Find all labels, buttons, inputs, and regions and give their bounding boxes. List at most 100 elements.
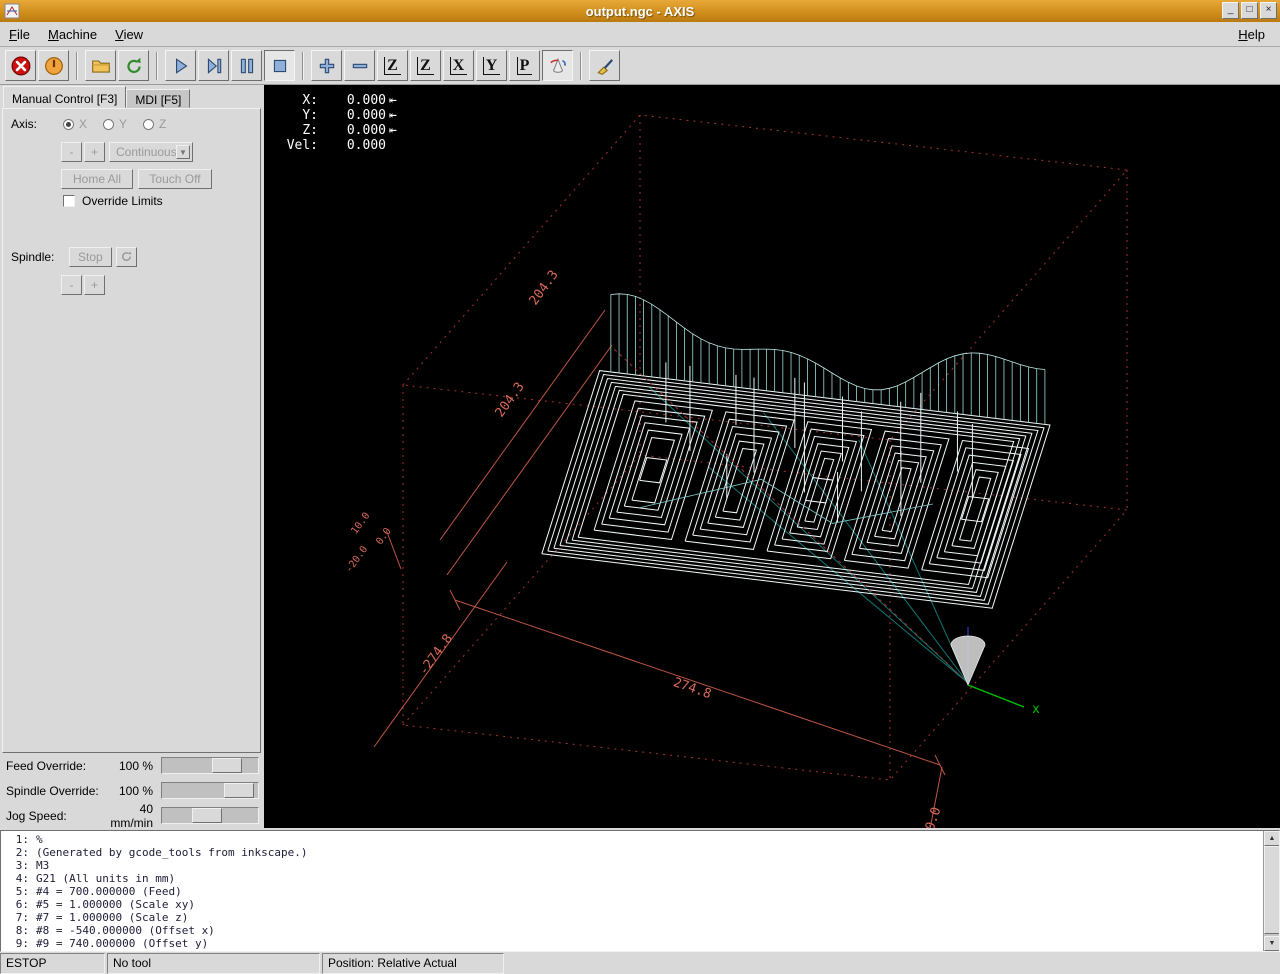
stop-program-icon — [270, 56, 290, 76]
z-axis-label: Z: — [278, 123, 318, 138]
spindle-override-value: 100 % — [99, 784, 161, 798]
gcode-scrollbar[interactable]: ▲ ▼ — [1263, 831, 1279, 951]
axis-z-radio[interactable]: Z — [143, 117, 166, 131]
toolbar-separator — [76, 52, 78, 80]
tab-manual-control[interactable]: Manual Control [F3] — [3, 86, 126, 108]
view-front-button[interactable]: Y — [476, 50, 507, 81]
axis-y-radio[interactable]: Y — [103, 117, 127, 131]
manual-control-panel: Axis: X Y Z - + Continuous — [2, 108, 261, 753]
spindle-minus-button[interactable]: - — [61, 275, 82, 295]
pause-program-button[interactable] — [231, 50, 262, 81]
z-plunges — [666, 362, 973, 522]
jog-minus-button[interactable]: - — [61, 142, 82, 162]
spindle-direction-button[interactable] — [116, 247, 137, 267]
spindle-stop-button[interactable]: Stop — [69, 247, 112, 267]
radio-dot-icon — [63, 119, 74, 130]
machine-power-button[interactable] — [38, 50, 69, 81]
axis-x-radio[interactable]: X — [63, 117, 87, 131]
view-side-icon: X — [450, 57, 468, 75]
tool-status: No tool — [107, 953, 320, 974]
preview-3d[interactable]: 204.3 204.3 10.0 0.0 -20.0 -274.8 274.8 … — [264, 85, 1280, 828]
position-readout: X:0.000⇤ Y:0.000⇤ Z:0.000⇤ Vel:0.000 — [278, 93, 397, 153]
gcode-line[interactable]: 7:#7 = 1.000000 (Scale z) — [5, 911, 1279, 924]
stop-program-button[interactable] — [264, 50, 295, 81]
gcode-line[interactable]: 9:#9 = 740.000000 (Offset y) — [5, 937, 1279, 950]
clear-plot-button[interactable] — [589, 50, 620, 81]
scroll-up-icon[interactable]: ▲ — [1264, 831, 1280, 846]
svg-text:204.3: 204.3 — [527, 268, 562, 308]
reload-file-button[interactable] — [118, 50, 149, 81]
svg-text:0.0: 0.0 — [923, 805, 945, 828]
toolpath — [542, 371, 1050, 609]
svg-text:0.0: 0.0 — [374, 526, 394, 547]
feed-override-label: Feed Override: — [0, 759, 99, 773]
y-axis-value: 0.000 — [318, 108, 386, 123]
slider-handle[interactable] — [224, 783, 254, 798]
jog-plus-button[interactable]: + — [84, 142, 105, 162]
jog-speed-label: Jog Speed: — [0, 809, 99, 823]
step-line-button[interactable] — [198, 50, 229, 81]
run-program-icon — [171, 56, 191, 76]
close-button[interactable]: × — [1260, 2, 1277, 19]
tool-cone: x — [612, 347, 1040, 717]
scroll-down-icon[interactable]: ▼ — [1264, 936, 1280, 951]
zoom-out-button[interactable] — [344, 50, 375, 81]
unhomed-icon: ⇤ — [389, 93, 397, 108]
machine-power-icon — [44, 56, 64, 76]
slider-handle[interactable] — [212, 758, 242, 773]
position-mode-status: Position: Relative Actual — [322, 953, 504, 974]
menu-help[interactable]: Help — [1229, 24, 1274, 45]
menu-view[interactable]: View — [106, 24, 152, 45]
jog-speed-slider[interactable] — [161, 807, 259, 824]
window-title: output.ngc - AXIS — [0, 4, 1280, 19]
menu-file[interactable]: File — [0, 24, 39, 45]
gcode-line[interactable]: 6:#5 = 1.000000 (Scale xy) — [5, 898, 1279, 911]
maximize-button[interactable]: □ — [1241, 2, 1258, 19]
control-panel: Manual Control [F3] MDI [F5] Axis: X Y Z — [0, 85, 264, 828]
pause-program-icon — [237, 56, 257, 76]
view-perspective-button[interactable]: P — [509, 50, 540, 81]
open-file-button[interactable] — [85, 50, 116, 81]
gcode-line[interactable]: 8:#8 = -540.000000 (Offset x) — [5, 924, 1279, 937]
svg-text:-20.0: -20.0 — [344, 544, 371, 575]
override-sliders: Feed Override: 100 % Spindle Override: 1… — [0, 753, 264, 828]
gcode-line[interactable]: 4:G21 (All units in mm) — [5, 872, 1279, 885]
minimize-button[interactable]: _ — [1222, 2, 1239, 19]
slider-handle[interactable] — [192, 808, 222, 823]
menu-machine[interactable]: Machine — [39, 24, 106, 45]
estop-button[interactable] — [5, 50, 36, 81]
gcode-line[interactable]: 3:M3 — [5, 859, 1279, 872]
view-top-button[interactable]: Z — [377, 50, 408, 81]
view-top-icon: Z — [384, 57, 401, 75]
jog-mode-dropdown[interactable]: Continuous ▼ — [109, 142, 193, 162]
tab-mdi[interactable]: MDI [F5] — [126, 89, 190, 108]
run-program-button[interactable] — [165, 50, 196, 81]
jog-speed-value: 40 mm/min — [99, 802, 161, 830]
override-limits-checkbox[interactable] — [63, 195, 75, 207]
rotate-view-button[interactable] — [542, 50, 573, 81]
scrollbar-thumb[interactable] — [1264, 846, 1280, 934]
zoom-in-button[interactable] — [311, 50, 342, 81]
feed-override-value: 100 % — [99, 759, 161, 773]
touch-off-button[interactable]: Touch Off — [138, 169, 212, 189]
view-side-button[interactable]: X — [443, 50, 474, 81]
open-file-icon — [91, 56, 111, 76]
gcode-line[interactable]: 5:#4 = 700.000000 (Feed) — [5, 885, 1279, 898]
radio-circle-icon — [103, 119, 114, 130]
gcode-line[interactable]: 1:% — [5, 833, 1279, 846]
feed-override-slider[interactable] — [161, 757, 259, 774]
spindle-override-slider[interactable] — [161, 782, 259, 799]
gcode-line[interactable]: 2:(Generated by gcode_tools from inkscap… — [5, 846, 1279, 859]
titlebar[interactable]: output.ngc - AXIS _ □ × — [0, 0, 1280, 22]
spindle-plus-button[interactable]: + — [84, 275, 105, 295]
home-all-button[interactable]: Home All — [61, 169, 133, 189]
clear-plot-icon — [595, 56, 615, 76]
spindle-override-label: Spindle Override: — [0, 784, 99, 798]
gcode-listing: 1:%2:(Generated by gcode_tools from inks… — [0, 830, 1280, 952]
x-axis-label: X: — [278, 93, 318, 108]
toolbar-separator — [156, 52, 158, 80]
view-top-rotated-button[interactable]: Z — [410, 50, 441, 81]
spindle-label: Spindle: — [11, 250, 69, 264]
step-line-icon — [204, 56, 224, 76]
panel-tabs: Manual Control [F3] MDI [F5] — [3, 86, 190, 108]
